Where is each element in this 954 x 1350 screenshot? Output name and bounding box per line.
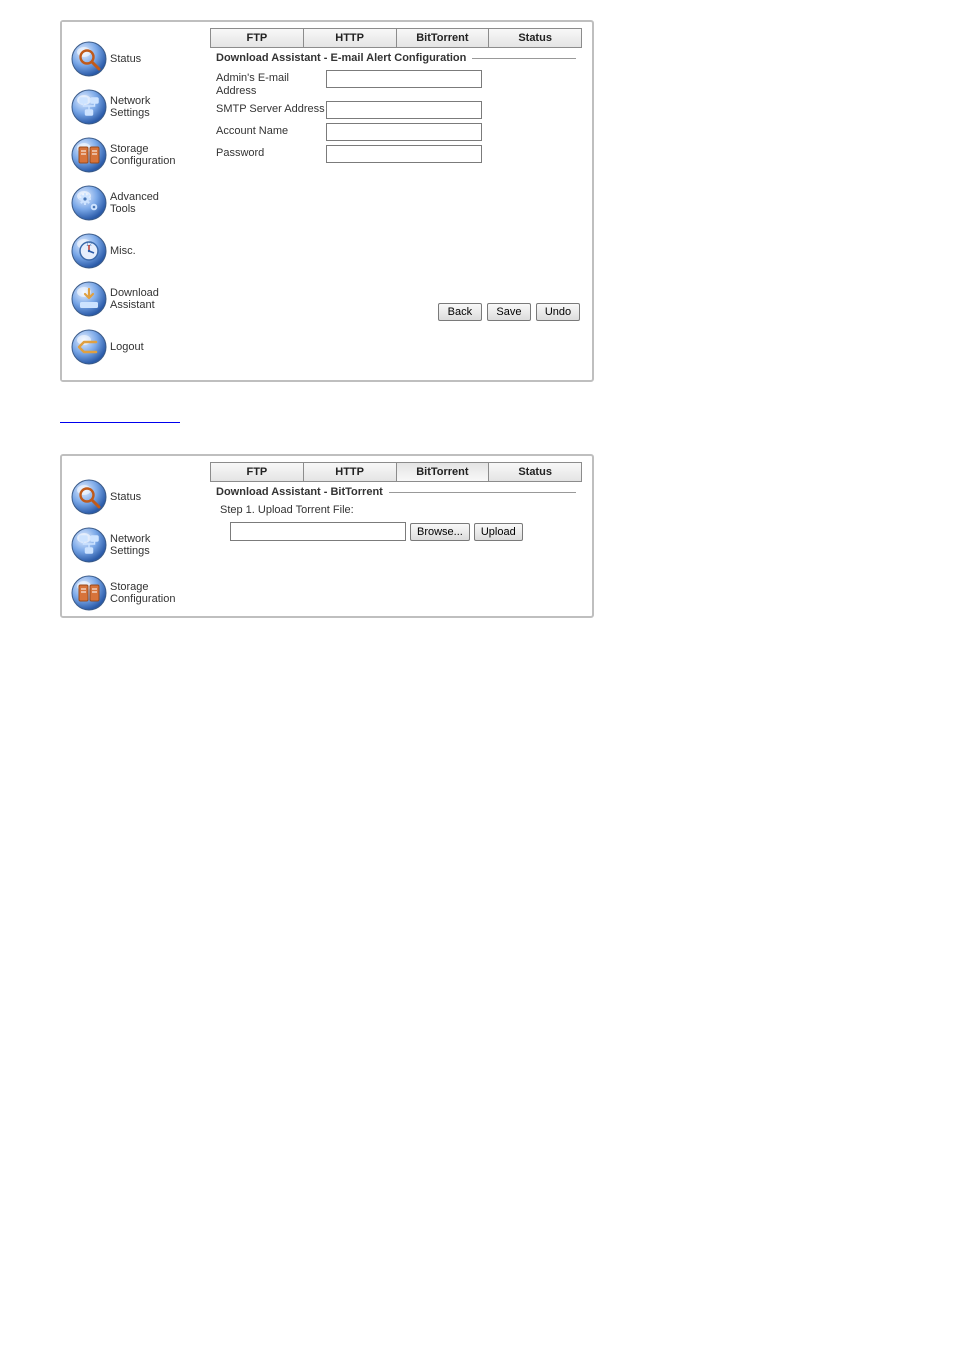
fieldset-legend: Download Assistant - BitTorrent	[216, 486, 389, 498]
account-name-input[interactable]	[326, 123, 482, 141]
sidebar-item-label: Status	[110, 53, 141, 65]
admin-email-label: Admin's E-mail Address	[216, 70, 326, 97]
admin-email-input[interactable]	[326, 70, 482, 88]
sidebar-item-advanced-tools[interactable]: AdvancedTools	[70, 184, 210, 222]
sidebar-item-network-settings[interactable]: NetworkSettings	[70, 88, 210, 126]
tab-http[interactable]: HTTP	[304, 463, 397, 481]
sidebar-item-label: StorageConfiguration	[110, 581, 175, 605]
main-content: FTPHTTPBitTorrentStatus Download Assista…	[210, 22, 592, 380]
tab-bar: FTPHTTPBitTorrentStatus	[210, 28, 582, 48]
tab-bittorrent[interactable]: BitTorrent	[397, 29, 490, 47]
sidebar: Status NetworkSettings StorageConfiguratio…	[62, 22, 210, 380]
legend-rule	[472, 58, 576, 59]
tab-ftp[interactable]: FTP	[211, 463, 304, 481]
tab-http[interactable]: HTTP	[304, 29, 397, 47]
logout-icon	[70, 328, 108, 366]
sidebar-item-storage-configuration[interactable]: StorageConfiguration	[70, 136, 210, 174]
save-button[interactable]: Save	[487, 303, 531, 321]
tab-bar: FTPHTTPBitTorrentStatus	[210, 462, 582, 482]
admin-panel-email: Status NetworkSettings StorageConfiguratio…	[60, 20, 594, 382]
clock-icon	[70, 232, 108, 270]
browse-button[interactable]: Browse...	[410, 523, 470, 541]
sidebar-item-label: DownloadAssistant	[110, 287, 159, 311]
undo-button[interactable]: Undo	[536, 303, 580, 321]
password-input[interactable]	[326, 145, 482, 163]
sidebar-item-logout[interactable]: Logout	[70, 328, 210, 366]
sidebar-item-label: Misc.	[110, 245, 136, 257]
sidebar-item-misc[interactable]: Misc.	[70, 232, 210, 270]
admin-panel-bittorrent: Status NetworkSettings StorageConfiguratio…	[60, 454, 594, 618]
back-button[interactable]: Back	[438, 303, 482, 321]
email-config-fieldset: Download Assistant - E-mail Alert Config…	[210, 52, 582, 175]
sidebar-item-label: Logout	[110, 341, 144, 353]
sidebar-item-label: Status	[110, 491, 141, 503]
smtp-server-input[interactable]	[326, 101, 482, 119]
legend-rule	[389, 492, 576, 493]
sidebar-item-label: AdvancedTools	[110, 191, 159, 215]
storage-icon	[70, 136, 108, 174]
sidebar-item-status[interactable]: Status	[70, 478, 210, 516]
sidebar-item-network-settings[interactable]: NetworkSettings	[70, 526, 210, 564]
torrent-file-input[interactable]	[230, 522, 406, 541]
fieldset-legend: Download Assistant - E-mail Alert Config…	[216, 52, 472, 64]
password-label: Password	[216, 145, 326, 160]
sidebar-item-status[interactable]: Status	[70, 40, 210, 78]
gears-icon	[70, 184, 108, 222]
account-name-label: Account Name	[216, 123, 326, 138]
upload-button[interactable]: Upload	[474, 523, 523, 541]
magnifier-icon	[70, 478, 108, 516]
storage-icon	[70, 574, 108, 612]
tab-status[interactable]: Status	[489, 463, 581, 481]
sidebar: Status NetworkSettings StorageConfiguratio…	[62, 456, 210, 618]
sidebar-item-label: NetworkSettings	[110, 533, 150, 557]
smtp-server-label: SMTP Server Address	[216, 101, 326, 116]
magnifier-icon	[70, 40, 108, 78]
network-icon	[70, 88, 108, 126]
sidebar-item-label: StorageConfiguration	[110, 143, 175, 167]
step-1-text: Step 1. Upload Torrent File:	[220, 504, 576, 516]
tab-ftp[interactable]: FTP	[211, 29, 304, 47]
download-icon	[70, 280, 108, 318]
tab-status[interactable]: Status	[489, 29, 581, 47]
main-content: FTPHTTPBitTorrentStatus Download Assista…	[210, 456, 592, 618]
section-link[interactable]	[60, 406, 180, 423]
sidebar-item-label: NetworkSettings	[110, 95, 150, 119]
network-icon	[70, 526, 108, 564]
button-row: Back Save Undo	[210, 299, 586, 325]
sidebar-item-download-assistant[interactable]: DownloadAssistant	[70, 280, 210, 318]
tab-bittorrent[interactable]: BitTorrent	[397, 463, 490, 481]
bittorrent-fieldset: Download Assistant - BitTorrent Step 1. …	[210, 486, 582, 549]
sidebar-item-storage-configuration[interactable]: StorageConfiguration	[70, 574, 210, 612]
